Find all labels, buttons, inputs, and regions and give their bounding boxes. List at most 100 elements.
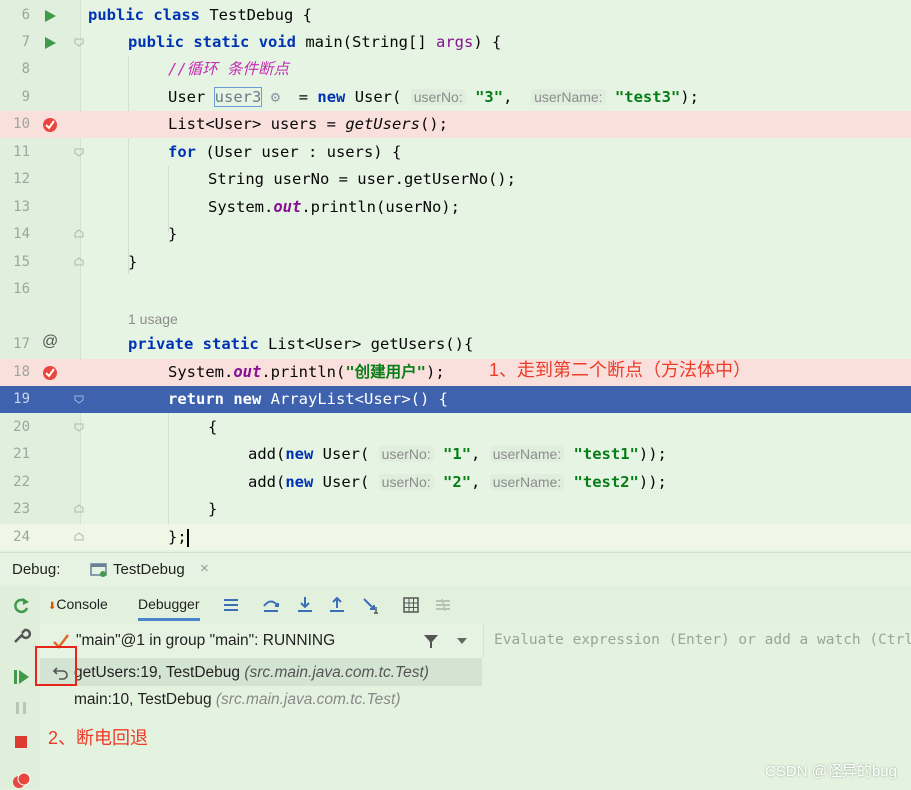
pause-icon[interactable]	[11, 698, 31, 718]
watermark: CSDN @怪异的bug	[765, 763, 897, 780]
line-number: 11	[13, 144, 30, 160]
step-over-icon[interactable]	[261, 595, 281, 615]
line-number: 6	[21, 7, 30, 23]
line-number: 18	[13, 364, 30, 380]
filter-icon[interactable]	[422, 632, 440, 650]
line-number: 24	[13, 529, 30, 545]
code-text: List<User> users = getUsers();	[168, 115, 448, 133]
code-line-9[interactable]: 9 User user3 ⚙ = new User( userNo: "3", …	[0, 84, 911, 111]
stack-frame-item[interactable]: main:10, TestDebug (src.main.java.com.tc…	[40, 686, 482, 713]
thread-selector[interactable]: "main"@1 in group "main": RUNNING	[40, 624, 482, 659]
fold-marker-icon[interactable]	[74, 422, 84, 432]
run-to-cursor-icon[interactable]	[361, 595, 381, 615]
code-text: };	[168, 528, 189, 547]
text-caret	[186, 528, 189, 547]
code-text: System.out.println("创建用户");	[168, 363, 445, 381]
tab-debugger[interactable]: Debugger	[138, 596, 200, 621]
code-line-16[interactable]: 16	[0, 276, 911, 303]
code-line-13[interactable]: 13 System.out.println(userNo);	[0, 194, 911, 221]
debugger-toolbar: ⬇Console Debugger	[0, 586, 911, 624]
line-number: 22	[13, 474, 30, 490]
annotation-step-2: 2、断电回退	[48, 728, 149, 748]
frame-package: (src.main.java.com.tc.Test)	[215, 691, 401, 708]
layout-menu-icon[interactable]	[221, 595, 241, 615]
fold-marker-icon[interactable]	[74, 257, 84, 267]
line-number: 12	[13, 171, 30, 187]
code-line-8[interactable]: 8 //循环 条件断点	[0, 56, 911, 83]
close-icon[interactable]: ×	[200, 560, 209, 577]
trace-stream-icon[interactable]	[433, 595, 453, 615]
code-text: {	[208, 418, 218, 436]
line-number: 20	[13, 419, 30, 435]
code-line-19-current[interactable]: 19 return new ArrayList<User>() {	[0, 386, 911, 413]
code-text: }	[128, 253, 138, 271]
evaluate-expression-icon[interactable]	[401, 595, 421, 615]
override-at-icon[interactable]: @	[42, 333, 58, 350]
code-text: private static List<User> getUsers(){	[128, 335, 474, 353]
variable-user3: user3	[213, 87, 263, 107]
code-line-10[interactable]: 10 List<User> users = getUsers();	[0, 111, 911, 138]
stop-icon[interactable]	[11, 732, 31, 752]
usage-hint[interactable]: 1 usage	[128, 306, 178, 333]
code-line-6[interactable]: 6 public class TestDebug {	[0, 2, 911, 29]
code-text: String userNo = user.getUserNo();	[208, 170, 516, 188]
code-line-23[interactable]: 23 }	[0, 496, 911, 523]
step-into-icon[interactable]	[295, 595, 315, 615]
resume-icon[interactable]	[11, 667, 31, 687]
thread-label: "main"@1 in group "main": RUNNING	[76, 632, 336, 649]
line-number: 16	[13, 281, 30, 297]
code-text: User user3 ⚙ = new User( userNo: "3", us…	[168, 87, 699, 107]
line-number: 15	[13, 254, 30, 270]
line-number: 17	[13, 336, 30, 352]
code-editor[interactable]: 6 public class TestDebug { 7 public stat…	[0, 0, 911, 550]
code-text: }	[168, 225, 178, 243]
fold-marker-icon[interactable]	[74, 532, 84, 542]
code-text: add(new User( userNo: "1", userName: "te…	[248, 445, 667, 463]
fold-marker-icon[interactable]	[74, 504, 84, 514]
fold-marker-icon[interactable]	[74, 147, 84, 157]
run-icon[interactable]	[42, 35, 58, 51]
debug-session-tab[interactable]: TestDebug ×	[86, 553, 224, 590]
code-text: public class TestDebug {	[88, 6, 312, 24]
code-line-22[interactable]: 22 add(new User( userNo: "2", userName: …	[0, 469, 911, 496]
code-text: System.out.println(userNo);	[208, 198, 460, 216]
frame-package: (src.main.java.com.tc.Test)	[244, 664, 429, 681]
code-line-24[interactable]: 24 };	[0, 524, 911, 550]
wrench-icon[interactable]	[11, 626, 31, 646]
fold-marker-icon[interactable]	[74, 394, 84, 404]
frame-method: main:10, TestDebug	[74, 691, 216, 708]
line-number: 8	[21, 61, 30, 77]
line-number: 7	[21, 34, 30, 50]
code-line-15[interactable]: 15 }	[0, 249, 911, 276]
line-number: 21	[13, 446, 30, 462]
code-line-17[interactable]: 17 @ private static List<User> getUsers(…	[0, 331, 911, 358]
breakpoint-icon[interactable]	[42, 117, 58, 133]
run-icon[interactable]	[42, 8, 58, 24]
code-text: }	[208, 500, 218, 518]
debug-label: Debug:	[12, 561, 61, 578]
code-line-14[interactable]: 14 }	[0, 221, 911, 248]
fold-marker-icon[interactable]	[74, 37, 84, 47]
fold-marker-icon[interactable]	[74, 229, 84, 239]
evaluate-expression-input[interactable]: Evaluate expression (Enter) or add a wat…	[483, 624, 911, 658]
line-number: 13	[13, 199, 30, 215]
view-breakpoints-icon[interactable]	[11, 770, 31, 790]
line-number: 14	[13, 226, 30, 242]
code-line-11[interactable]: 11 for (User user : users) {	[0, 139, 911, 166]
line-number: 9	[21, 89, 30, 105]
code-line-12[interactable]: 12 String userNo = user.getUserNo();	[0, 166, 911, 193]
breakpoint-icon[interactable]	[42, 365, 58, 381]
line-number: 23	[13, 501, 30, 517]
application-icon	[90, 563, 107, 577]
code-line-21[interactable]: 21 add(new User( userNo: "1", userName: …	[0, 441, 911, 468]
frame-method: getUsers:19, TestDebug	[74, 664, 245, 681]
rerun-icon[interactable]	[11, 596, 31, 616]
chevron-down-icon[interactable]	[456, 636, 468, 646]
stack-frame-item[interactable]: getUsers:19, TestDebug (src.main.java.co…	[40, 659, 482, 686]
step-out-icon[interactable]	[327, 595, 347, 615]
code-text: return new ArrayList<User>() {	[168, 390, 448, 408]
code-line-7[interactable]: 7 public static void main(String[] args)…	[0, 29, 911, 56]
code-line-20[interactable]: 20 {	[0, 414, 911, 441]
code-line-18[interactable]: 18 System.out.println("创建用户");	[0, 359, 911, 386]
tab-console[interactable]: ⬇Console	[48, 596, 108, 612]
